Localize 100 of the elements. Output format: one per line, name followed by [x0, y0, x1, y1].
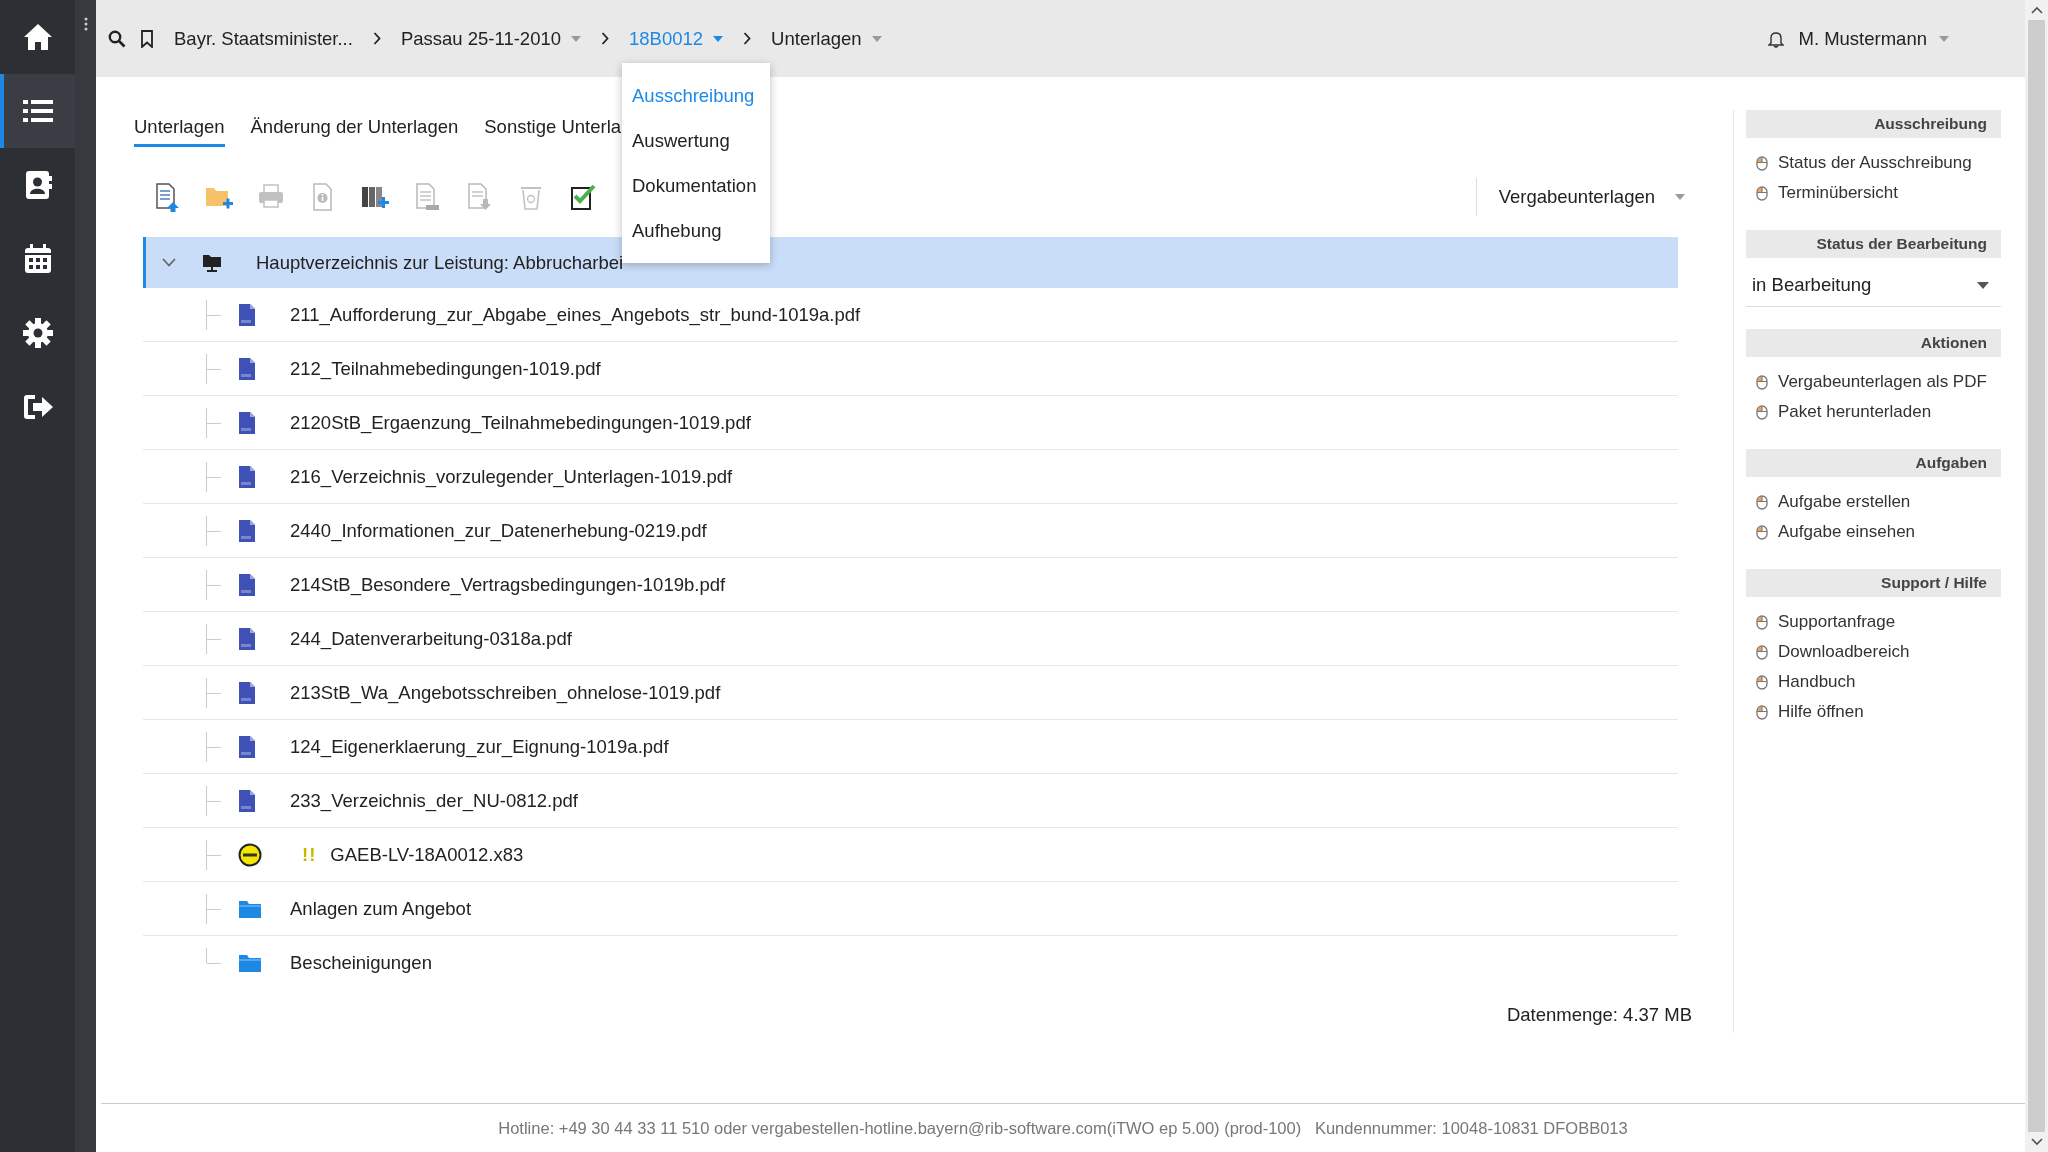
- more-icon[interactable]: [83, 17, 88, 31]
- file-name: 212_Teilnahmebedingungen-1019.pdf: [290, 357, 601, 380]
- tab[interactable]: Unterlagen: [134, 110, 225, 147]
- tree-row[interactable]: 213StB_Wa_Angebotsschreiben_ohnelose-1019.pdf: [143, 666, 1678, 720]
- tree-row[interactable]: !! GAEB-LV-18A0012.x83: [143, 828, 1678, 882]
- scroll-up-icon[interactable]: [2030, 6, 2043, 14]
- pdf-file-icon: [238, 626, 256, 651]
- folder-monitor-icon: [202, 252, 222, 273]
- caret-icon: [1939, 35, 1949, 42]
- panel-link[interactable]: Paket herunterladen: [1746, 397, 2001, 427]
- bookmark-icon[interactable]: [140, 29, 154, 48]
- file-name: 2120StB_Ergaenzung_Teilnahmebedingungen-1019.pdf: [290, 411, 751, 434]
- breadcrumb-item[interactable]: Bayr. Staatsminister...: [168, 27, 359, 50]
- chevron-right-icon: [601, 32, 609, 45]
- pdf-file-icon: [238, 302, 256, 327]
- tree-row[interactable]: 244_Datenverarbeitung-0318a.pdf: [143, 612, 1678, 666]
- scroll-down-icon[interactable]: [2030, 1138, 2043, 1146]
- section-header: Ausschreibung: [1746, 110, 2001, 138]
- footer-text: Hotline: +49 30 44 33 11 510 oder vergabestellen-hotline.bayern@rib-software.com(iTWO ep 5.00) (prod-100) Kundennummer: 10048-10831 DFOBB013: [498, 1118, 1628, 1138]
- panel-link[interactable]: Aufgabe einsehen: [1746, 517, 2001, 547]
- breadcrumb-item[interactable]: Passau 25-11-2010: [394, 27, 587, 50]
- chevron-down-icon[interactable]: [162, 258, 176, 267]
- tree-row[interactable]: 211_Aufforderung_zur_Abgabe_eines_Angebots_str_bund-1019a.pdf: [143, 288, 1678, 342]
- tree-row[interactable]: 2120StB_Ergaenzung_Teilnahmebedingungen-1019.pdf: [143, 396, 1678, 450]
- mouse-icon: [1756, 404, 1768, 420]
- file-name: 216_Verzeichnis_vorzulegender_Unterlagen-1019.pdf: [290, 465, 733, 488]
- mouse-icon: [1756, 614, 1768, 630]
- tree-row[interactable]: 2440_Informationen_zur_Datenerhebung-0219.pdf: [143, 504, 1678, 558]
- tab[interactable]: Änderung der Unterlagen: [250, 110, 459, 147]
- mouse-icon: [1756, 374, 1768, 390]
- pdf-file-icon: [238, 356, 256, 381]
- status-select[interactable]: in Bearbeitung: [1746, 268, 2001, 307]
- scrollbar[interactable]: [2025, 0, 2048, 1152]
- chevron-right-icon: [372, 32, 381, 45]
- pdf-file-icon: [238, 518, 256, 543]
- tree-row[interactable]: 212_Teilnahmebedingungen-1019.pdf: [143, 342, 1678, 396]
- data-size: Datenmenge: 4.37 MB: [1506, 1004, 1692, 1026]
- mouse-icon: [1756, 644, 1768, 660]
- file-name: Bescheinigungen: [290, 952, 432, 974]
- tree-row[interactable]: Bescheinigungen: [143, 936, 1678, 990]
- menu-item[interactable]: Ausschreibung: [622, 73, 770, 118]
- tab[interactable]: Sonstige Unterla: [484, 110, 622, 147]
- file-name: 214StB_Besondere_Vertragsbedingungen-1019b.pdf: [290, 573, 726, 596]
- caret-icon: [1675, 194, 1685, 200]
- mouse-icon: [1756, 674, 1768, 690]
- file-name: 124_Eigenerklaerung_zur_Eignung-1019a.pdf: [290, 735, 669, 758]
- view-select[interactable]: Vergabeunterlagen: [1475, 178, 1693, 216]
- tree-row[interactable]: 214StB_Besondere_Vertragsbedingungen-1019b.pdf: [143, 558, 1678, 612]
- pdf-file-icon: [238, 680, 256, 705]
- breadcrumb-item[interactable]: Unterlagen: [765, 27, 888, 50]
- folder-icon: [238, 898, 262, 919]
- search-icon[interactable]: [108, 29, 126, 48]
- file-name: GAEB-LV-18A0012.x83: [330, 843, 524, 866]
- file-name: 244_Datenverarbeitung-0318a.pdf: [290, 627, 572, 650]
- file-name: 213StB_Wa_Angebotsschreiben_ohnelose-1019.pdf: [290, 681, 721, 704]
- folder-icon: [238, 953, 262, 973]
- panel-link[interactable]: Terminübersicht: [1746, 178, 2001, 208]
- scroll-thumb[interactable]: [2028, 20, 2045, 1132]
- panel-link[interactable]: Vergabeunterlagen als PDF: [1746, 367, 2001, 397]
- bell-icon[interactable]: [1768, 29, 1785, 48]
- file-name: 233_Verzeichnis_der_NU-0812.pdf: [290, 789, 578, 812]
- tree-row[interactable]: 216_Verzeichnis_vorzulegender_Unterlagen-1019.pdf: [143, 450, 1678, 504]
- chevron-right-icon: [743, 32, 752, 45]
- settings-icon: [20, 316, 55, 350]
- section-header: Support / Hilfe: [1746, 569, 2001, 597]
- menu-item[interactable]: Auswertung: [622, 118, 770, 163]
- mouse-icon: [1756, 494, 1768, 510]
- pdf-file-icon: [238, 788, 256, 813]
- folder-label: Hauptverzeichnis zur Leistung: Abbrucharbei: [256, 251, 624, 274]
- panel-link[interactable]: Handbuch: [1746, 667, 2001, 697]
- tree-row[interactable]: Anlagen zum Angebot: [143, 882, 1678, 936]
- section-header: Aktionen: [1746, 329, 2001, 357]
- caret-icon: [1977, 281, 1989, 289]
- file-name: 2440_Informationen_zur_Datenerhebung-0219.pdf: [290, 519, 707, 542]
- round-badge-icon: [238, 842, 262, 867]
- pdf-file-icon: [238, 410, 256, 435]
- panel-link[interactable]: Supportanfrage: [1746, 607, 2001, 637]
- menu-item[interactable]: Dokumentation: [622, 163, 770, 208]
- panel-link[interactable]: Downloadbereich: [1746, 637, 2001, 667]
- file-name: Anlagen zum Angebot: [290, 897, 472, 920]
- pdf-file-icon: [238, 572, 256, 597]
- file-name: 211_Aufforderung_zur_Abgabe_eines_Angebots_str_bund-1019a.pdf: [290, 303, 861, 326]
- section-header: Aufgaben: [1746, 449, 2001, 477]
- mouse-icon: [1756, 185, 1768, 201]
- panel-link[interactable]: Aufgabe erstellen: [1746, 487, 2001, 517]
- mouse-icon: [1756, 524, 1768, 540]
- warning-mark: !!: [302, 843, 317, 866]
- panel-link[interactable]: Hilfe öffnen: [1746, 697, 2001, 727]
- panel-link[interactable]: Status der Ausschreibung: [1746, 148, 2001, 178]
- pdf-file-icon: [238, 464, 256, 489]
- checklist-icon: [568, 182, 598, 212]
- mouse-icon: [1756, 155, 1768, 171]
- user-menu[interactable]: M. Mustermann: [1798, 27, 1949, 50]
- tree-row[interactable]: 233_Verzeichnis_der_NU-0812.pdf: [143, 774, 1678, 828]
- tree-row[interactable]: 124_Eigenerklaerung_zur_Eignung-1019a.pdf: [143, 720, 1678, 774]
- pdf-file-icon: [238, 734, 256, 759]
- mouse-icon: [1756, 704, 1768, 720]
- section-header: Status der Bearbeitung: [1746, 230, 2001, 258]
- nav-button[interactable]: [0, 74, 75, 148]
- toolbar-button[interactable]: [568, 182, 598, 212]
